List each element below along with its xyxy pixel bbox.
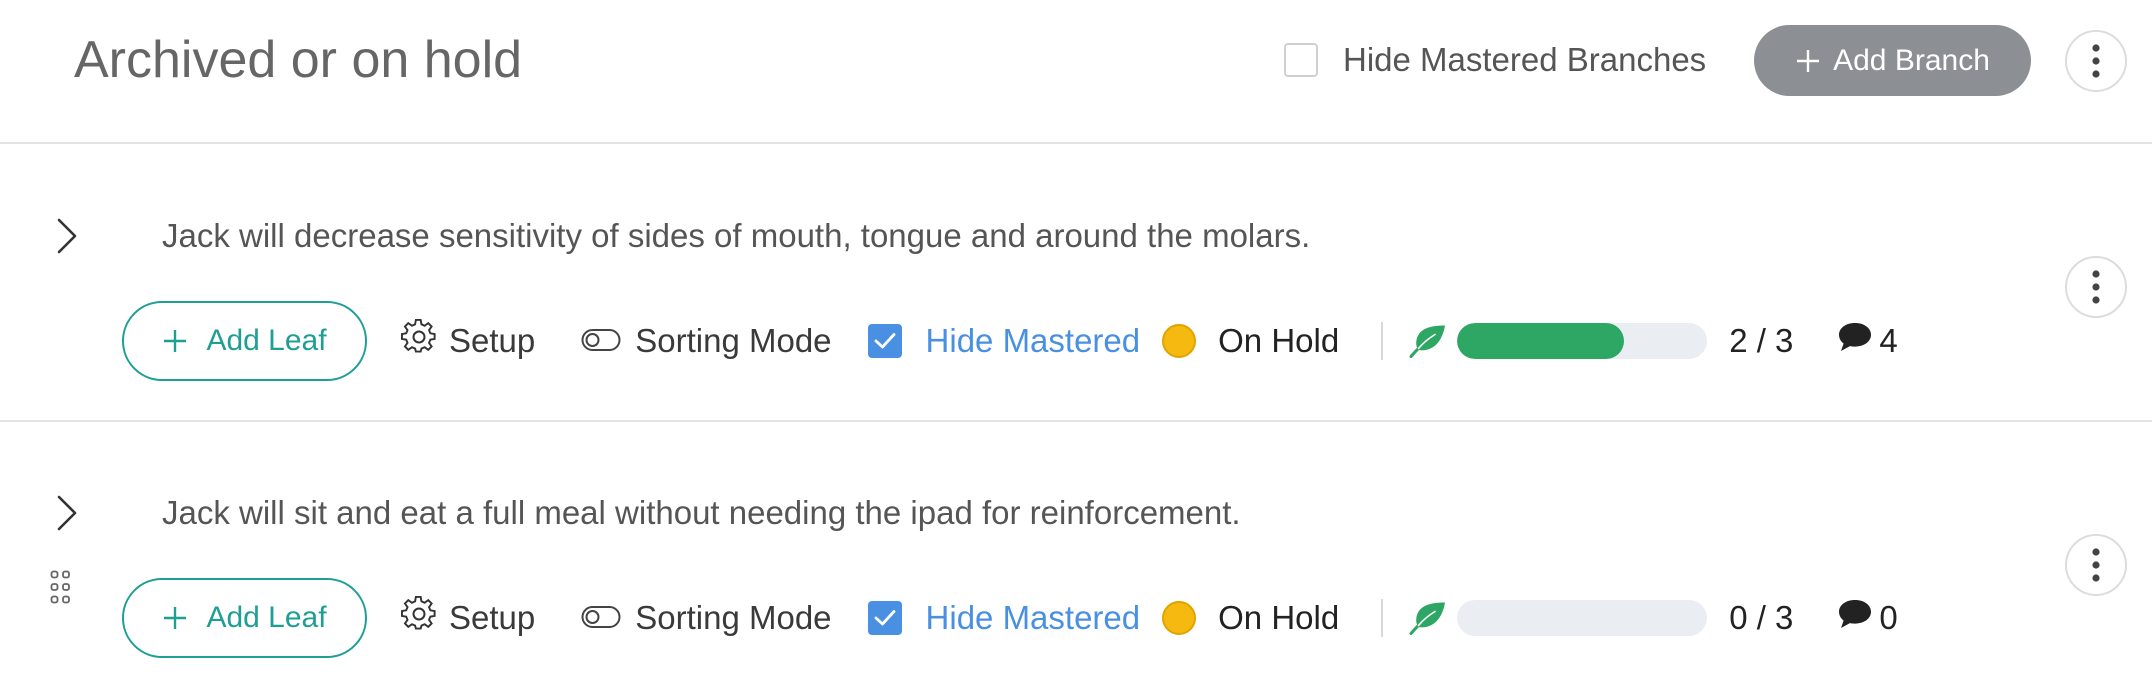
status-dot-icon	[1162, 324, 1197, 358]
goal-text[interactable]: Jack will decrease sensitivity of sides …	[162, 214, 1310, 258]
toggle-icon	[581, 322, 621, 360]
add-leaf-label: Add Leaf	[206, 601, 327, 634]
page-title: Archived or on hold	[74, 31, 523, 89]
sorting-mode-label: Sorting Mode	[635, 599, 832, 636]
chevron-right-icon[interactable]	[50, 491, 84, 535]
checkbox-unchecked-icon[interactable]	[1284, 43, 1318, 77]
progress-count: 0 / 3	[1729, 599, 1794, 636]
progress-bar	[1457, 323, 1708, 359]
status-badge[interactable]: On Hold	[1162, 599, 1339, 637]
comment-count: 0	[1879, 599, 1898, 636]
gear-icon	[401, 318, 437, 363]
progress-count: 2 / 3	[1729, 322, 1794, 359]
plus-icon	[162, 328, 188, 354]
add-leaf-label: Add Leaf	[206, 324, 327, 357]
hide-mastered-branches-toggle[interactable]: Hide Mastered Branches	[1284, 38, 1706, 82]
setup-button[interactable]: Setup	[401, 318, 536, 363]
toggle-icon	[581, 599, 621, 637]
goal-toolbar: Add Leaf Setup Sorting Mode Hide Mastere…	[122, 577, 1898, 659]
goal-menu-kebab-icon[interactable]	[2065, 256, 2127, 318]
add-leaf-button[interactable]: Add Leaf	[122, 301, 367, 381]
add-branch-button[interactable]: Add Branch	[1754, 25, 2031, 96]
add-leaf-button[interactable]: Add Leaf	[122, 578, 367, 658]
drag-handle-icon[interactable]	[50, 570, 76, 606]
goal-row: Jack will sit and eat a full meal withou…	[0, 422, 2152, 676]
status-label: On Hold	[1218, 599, 1340, 636]
progress-fill	[1457, 323, 1624, 359]
comment-count: 4	[1879, 322, 1898, 359]
checkbox-checked-icon[interactable]	[867, 601, 902, 635]
goal-toolbar: Add Leaf Setup Sorting Mode Hide Mastere…	[122, 300, 1898, 382]
status-label: On Hold	[1218, 322, 1340, 359]
divider	[1381, 599, 1384, 637]
comment-icon	[1837, 598, 1873, 638]
status-dot-icon	[1162, 601, 1197, 635]
divider	[1381, 322, 1384, 360]
chevron-right-icon[interactable]	[50, 214, 84, 258]
goal-text[interactable]: Jack will sit and eat a full meal withou…	[162, 491, 1241, 535]
hide-mastered-toggle[interactable]: Hide Mastered	[867, 599, 1141, 637]
comment-icon	[1837, 321, 1873, 361]
progress-bar	[1457, 600, 1708, 636]
hide-mastered-label: Hide Mastered	[925, 322, 1141, 359]
plus-icon	[162, 605, 188, 631]
checkbox-checked-icon[interactable]	[867, 324, 902, 358]
gear-icon	[401, 595, 437, 640]
status-badge[interactable]: On Hold	[1162, 322, 1339, 360]
goal-row: Jack will decrease sensitivity of sides …	[0, 144, 2152, 422]
hide-mastered-toggle[interactable]: Hide Mastered	[867, 322, 1141, 360]
hide-mastered-label: Hide Mastered	[925, 599, 1141, 636]
comments-button[interactable]: 0	[1837, 598, 1898, 638]
leaf-icon	[1409, 601, 1447, 635]
setup-button[interactable]: Setup	[401, 595, 536, 640]
hide-mastered-branches-label: Hide Mastered Branches	[1343, 41, 1707, 78]
sorting-mode-toggle[interactable]: Sorting Mode	[581, 599, 832, 637]
comments-button[interactable]: 4	[1837, 321, 1898, 361]
sorting-mode-toggle[interactable]: Sorting Mode	[581, 322, 832, 360]
goal-menu-kebab-icon[interactable]	[2065, 534, 2127, 596]
setup-label: Setup	[449, 322, 536, 359]
sorting-mode-label: Sorting Mode	[635, 322, 832, 359]
section-header: Archived or on hold Hide Mastered Branch…	[0, 0, 2152, 144]
add-branch-label: Add Branch	[1833, 43, 1990, 77]
setup-label: Setup	[449, 599, 536, 636]
section-menu-kebab-icon[interactable]	[2065, 30, 2127, 92]
leaf-icon	[1409, 324, 1447, 358]
plus-icon	[1795, 48, 1821, 74]
